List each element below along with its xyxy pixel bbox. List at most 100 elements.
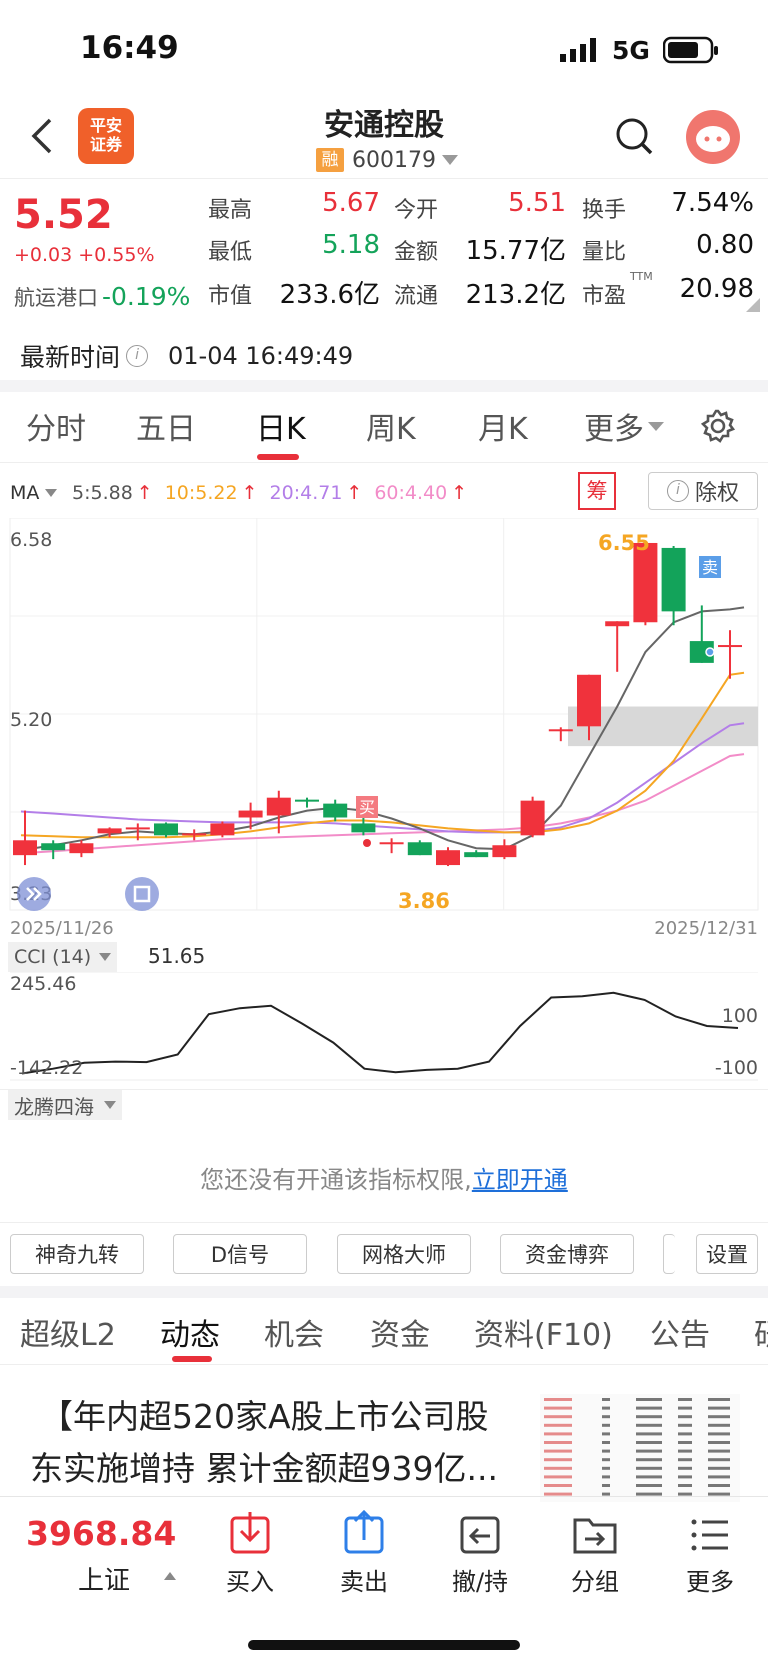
- tab-opportunity[interactable]: 机会: [264, 1310, 324, 1354]
- chevron-down-icon: [99, 953, 112, 961]
- candle-body: [492, 845, 517, 858]
- index-value: 3968.84: [26, 1514, 177, 1553]
- partial-button[interactable]: [663, 1234, 675, 1274]
- tab-announcement[interactable]: 公告: [650, 1310, 710, 1354]
- indicator-selector[interactable]: 龙腾四海: [8, 1090, 122, 1120]
- thumbnail-cell: [602, 1441, 610, 1444]
- candle-body: [210, 823, 235, 836]
- assistant-avatar-icon[interactable]: [686, 110, 740, 164]
- candle-body: [351, 823, 376, 833]
- quote-value: 233.6亿: [279, 280, 380, 310]
- quote-value: 5.51: [508, 188, 566, 218]
- news-headline-line1: 【年内超520家A股上市公司股: [40, 1397, 489, 1436]
- thumbnail-cell: [636, 1432, 662, 1436]
- expand-corner-icon[interactable]: [746, 298, 760, 312]
- sell-signal-text: 卖: [702, 558, 718, 577]
- tab-research[interactable]: 研: [754, 1310, 768, 1354]
- fullscreen-icon[interactable]: [124, 876, 160, 912]
- thumbnail-cell: [544, 1432, 572, 1436]
- sell-signal-dot: [705, 647, 715, 657]
- candle-body: [238, 810, 263, 818]
- sell-icon[interactable]: [334, 1509, 394, 1560]
- tab-more[interactable]: 更多: [584, 404, 664, 448]
- sector-link[interactable]: 航运港口 -0.19%: [14, 282, 190, 312]
- thumbnail-cell: [544, 1415, 572, 1419]
- tab-f10[interactable]: 资料(F10): [474, 1310, 613, 1354]
- thumbnail-cell: [708, 1466, 730, 1470]
- ma-selector[interactable]: MA: [10, 482, 58, 504]
- thumbnail-cell: [636, 1423, 662, 1427]
- thumbnail-cell: [636, 1398, 662, 1401]
- active-tab-indicator: [257, 454, 299, 460]
- candlestick-chart[interactable]: 6.585.203.236.553.862025/11/262025/12/31…: [0, 518, 768, 952]
- cci-line: [21, 991, 739, 1075]
- tab-monthly-k[interactable]: 月K: [478, 404, 528, 448]
- cci-chart[interactable]: 245.46 -142.22 100 -100: [0, 972, 768, 1084]
- activate-link[interactable]: 立即开通: [472, 1166, 568, 1194]
- chip-distribution-button[interactable]: 筹: [578, 472, 616, 510]
- thumbnail-cell: [708, 1458, 730, 1462]
- divider: [0, 1364, 768, 1365]
- more-icon[interactable]: [680, 1510, 740, 1560]
- buy-icon[interactable]: [220, 1510, 280, 1560]
- group-label[interactable]: 分组: [545, 1562, 645, 1597]
- arrow-up-icon: ↑: [451, 482, 468, 504]
- tab-funds[interactable]: 资金: [370, 1310, 430, 1354]
- thumbnail-cell: [636, 1466, 662, 1470]
- thumbnail-cell: [636, 1484, 662, 1487]
- magic-nine-button[interactable]: 神奇九转: [10, 1234, 144, 1274]
- grid-master-button[interactable]: 网格大师: [337, 1234, 471, 1274]
- thumbnail-cell: [636, 1475, 662, 1479]
- info-icon: i: [666, 480, 689, 502]
- more-label[interactable]: 更多: [660, 1562, 760, 1597]
- status-time: 16:49: [80, 30, 179, 66]
- sell-label[interactable]: 卖出: [314, 1562, 414, 1597]
- cci-lower-ref: -100: [715, 1057, 758, 1079]
- thumbnail-cell: [708, 1441, 730, 1444]
- fund-game-button[interactable]: 资金博弈: [500, 1234, 634, 1274]
- cancel-hold-icon[interactable]: [450, 1510, 510, 1560]
- d-signal-button[interactable]: D信号: [173, 1234, 307, 1274]
- cancel-hold-label[interactable]: 撤/持: [430, 1562, 530, 1597]
- expand-panel-icon[interactable]: [16, 876, 52, 912]
- tab-intraday[interactable]: 分时: [26, 404, 86, 448]
- thumbnail-cell: [544, 1398, 572, 1401]
- index-quote[interactable]: 3968.84 上证: [26, 1514, 186, 1596]
- thumbnail-cell: [602, 1458, 610, 1462]
- exright-button[interactable]: i 除权: [648, 472, 758, 510]
- candle-body: [97, 828, 122, 834]
- candle-body: [464, 852, 489, 858]
- settings-gear-icon[interactable]: [700, 408, 736, 444]
- thumbnail-cell: [708, 1406, 730, 1410]
- buy-label[interactable]: 买入: [200, 1562, 300, 1597]
- info-icon[interactable]: i: [126, 345, 149, 367]
- stock-code-selector[interactable]: 融 600179: [316, 146, 458, 174]
- tab-weekly-k[interactable]: 周K: [366, 404, 416, 448]
- tab-news[interactable]: 动态: [160, 1310, 220, 1354]
- thumbnail-cell: [678, 1484, 692, 1487]
- quote-label: 量比: [582, 240, 627, 265]
- tab-super-l2[interactable]: 超级L2: [20, 1310, 116, 1354]
- cci-value: 51.65: [148, 944, 206, 968]
- cci-selector[interactable]: CCI (14): [8, 942, 118, 972]
- candle-body: [13, 840, 37, 856]
- tab-5day[interactable]: 五日: [136, 404, 196, 448]
- quote-label: 金额: [394, 240, 439, 265]
- thumbnail-cell: [678, 1406, 692, 1410]
- thumbnail-cell: [602, 1432, 610, 1436]
- quote-value: 7.54%: [671, 188, 754, 218]
- ma60-value: 60:4.40: [374, 482, 448, 504]
- notice-text: 您还没有开通该指标权限,: [200, 1166, 472, 1194]
- news-item[interactable]: 【年内超520家A股上市公司股 东实施增持 累计金额超939亿...: [0, 1366, 768, 1502]
- thumbnail-cell: [678, 1475, 692, 1479]
- y-mid-label: 5.20: [10, 709, 52, 731]
- exright-label: 除权: [694, 481, 739, 506]
- tab-daily-k[interactable]: 日K: [256, 404, 306, 448]
- quote-value: 0.80: [696, 230, 754, 260]
- search-icon[interactable]: [614, 116, 654, 156]
- thumbnail-cell: [708, 1475, 730, 1479]
- settings-button[interactable]: 设置: [696, 1234, 758, 1274]
- group-icon[interactable]: [565, 1510, 625, 1560]
- ma10-line: [20, 671, 745, 839]
- candle-body: [661, 547, 686, 612]
